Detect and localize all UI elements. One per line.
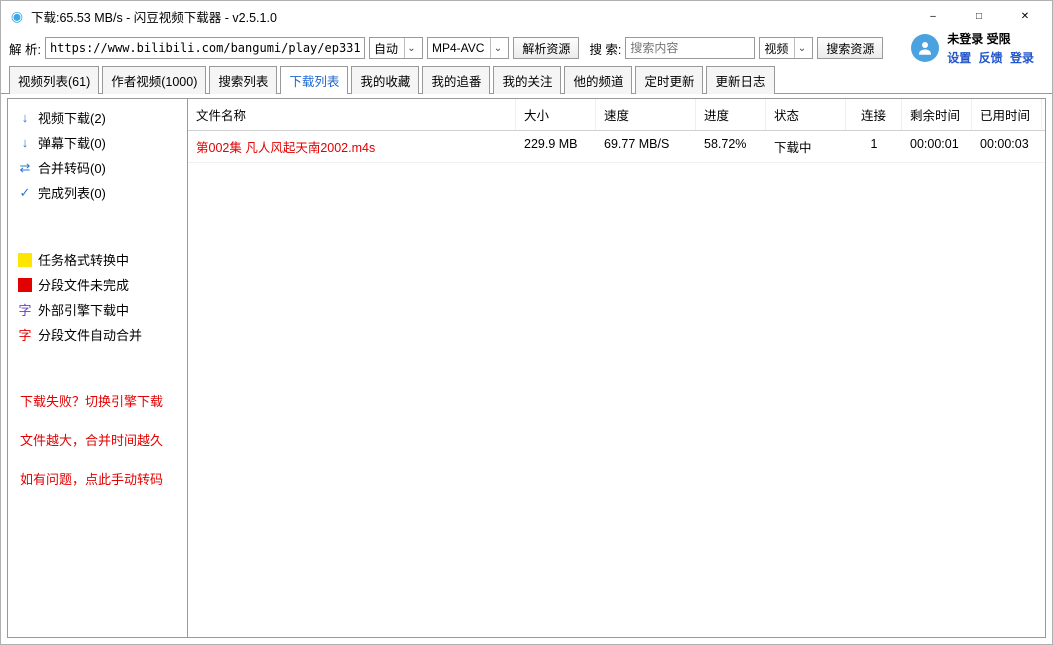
legend-item: 字分段文件自动合并: [12, 322, 183, 347]
legend-label: 外部引擎下载中: [38, 300, 129, 319]
user-area: 未登录 受限 设置 反馈 登录: [911, 30, 1044, 66]
tab[interactable]: 他的频道: [564, 66, 632, 94]
search-label: 搜 索:: [589, 39, 621, 58]
table-row[interactable]: 第002集 凡人风起天南2002.m4s229.9 MB69.77 MB/S58…: [188, 131, 1045, 163]
app-icon: ◉: [9, 8, 25, 24]
maximize-button[interactable]: □: [956, 1, 1002, 31]
legend-label: 分段文件自动合并: [38, 325, 142, 344]
sidebar-item[interactable]: ↓ 视频下载(2): [12, 105, 183, 130]
legend-item: 字外部引擎下载中: [12, 297, 183, 322]
tab[interactable]: 定时更新: [635, 66, 703, 94]
table-header: 文件名称 大小 速度 进度 状态 连接 剩余时间 已用时间: [188, 99, 1045, 131]
col-header-speed[interactable]: 速度: [596, 99, 696, 130]
legend-color-icon: [18, 253, 32, 267]
tip-link[interactable]: 下载失败？切换引擎下载: [12, 389, 183, 412]
sidebar-item-label: 视频下载(2): [38, 108, 106, 127]
parse-label: 解 析:: [9, 39, 41, 58]
legend-color-icon: [18, 278, 32, 292]
content-area: ↓ 视频下载(2) ↓ 弹幕下载(0) ⇄ 合并转码(0) ✓ 完成列表(0) 任务格式转换中…: [7, 98, 1046, 638]
mode-select[interactable]: 自动⌄: [369, 37, 423, 59]
format-select[interactable]: MP4-AVC⌄: [427, 37, 509, 59]
legend-label: 分段文件未完成: [38, 275, 129, 294]
avatar[interactable]: [911, 34, 939, 62]
arrow-icon: ↓: [18, 111, 32, 125]
sidebar-item[interactable]: ⇄ 合并转码(0): [12, 155, 183, 180]
legend-label: 任务格式转换中: [38, 250, 129, 269]
app-window: ◉ 下载:65.53 MB/s - 闪豆视频下载器 - v2.5.1.0 – □…: [0, 0, 1053, 645]
legend-char-icon: 字: [18, 303, 32, 317]
arrow-icon: ↓: [18, 136, 32, 150]
sidebar-item-label: 弹幕下载(0): [38, 133, 106, 152]
login-link[interactable]: 登录: [1010, 51, 1034, 65]
tip-link[interactable]: 文件越大，合并时间越久: [12, 428, 183, 451]
col-header-conn[interactable]: 连接: [846, 99, 902, 130]
minimize-button[interactable]: –: [910, 1, 956, 31]
tab[interactable]: 作者视频(1000): [102, 66, 206, 94]
col-header-remain[interactable]: 剩余时间: [902, 99, 972, 130]
col-header-progress[interactable]: 进度: [696, 99, 766, 130]
arrow-icon: ⇄: [18, 161, 32, 175]
cell-conn: 1: [846, 131, 902, 162]
chevron-down-icon: ⌄: [404, 38, 422, 58]
sidebar-item[interactable]: ↓ 弹幕下载(0): [12, 130, 183, 155]
cell-status: 下载中: [766, 131, 846, 162]
tab-bar: 视频列表(61)作者视频(1000)搜索列表下载列表我的收藏我的追番我的关注他的…: [1, 65, 1052, 94]
arrow-icon: ✓: [18, 186, 32, 200]
cell-speed: 69.77 MB/S: [596, 131, 696, 162]
legend-item: 任务格式转换中: [12, 247, 183, 272]
tab[interactable]: 我的追番: [422, 66, 490, 94]
main-toolbar: 解 析: 自动⌄ MP4-AVC⌄ 解析资源 搜 索: 视频⌄ 搜索资源 未登录…: [1, 31, 1052, 65]
login-status: 未登录 受限: [947, 30, 1010, 47]
search-input[interactable]: [625, 37, 755, 59]
col-header-size[interactable]: 大小: [516, 99, 596, 130]
tab[interactable]: 更新日志: [706, 66, 774, 94]
tab[interactable]: 我的关注: [493, 66, 561, 94]
chevron-down-icon: ⌄: [794, 38, 812, 58]
search-button[interactable]: 搜索资源: [817, 37, 883, 59]
legend-char-icon: 字: [18, 328, 32, 342]
parse-button[interactable]: 解析资源: [513, 37, 579, 59]
cell-name: 第002集 凡人风起天南2002.m4s: [188, 131, 516, 162]
legend-item: 分段文件未完成: [12, 272, 183, 297]
col-header-name[interactable]: 文件名称: [188, 99, 516, 130]
sidebar-item-label: 合并转码(0): [38, 158, 106, 177]
tab[interactable]: 我的收藏: [351, 66, 419, 94]
download-panel: 文件名称 大小 速度 进度 状态 连接 剩余时间 已用时间 第002集 凡人风起…: [188, 99, 1045, 637]
sidebar: ↓ 视频下载(2) ↓ 弹幕下载(0) ⇄ 合并转码(0) ✓ 完成列表(0) 任务格式转换中…: [8, 99, 188, 637]
col-header-status[interactable]: 状态: [766, 99, 846, 130]
cell-progress: 58.72%: [696, 131, 766, 162]
window-title: 下载:65.53 MB/s - 闪豆视频下载器 - v2.5.1.0: [31, 7, 277, 26]
search-type-select[interactable]: 视频⌄: [759, 37, 813, 59]
user-icon: [916, 39, 934, 57]
table-body: 第002集 凡人风起天南2002.m4s229.9 MB69.77 MB/S58…: [188, 131, 1045, 163]
url-input[interactable]: [45, 37, 365, 59]
cell-used: 00:00:03: [972, 131, 1042, 162]
tab[interactable]: 视频列表(61): [9, 66, 99, 94]
tab[interactable]: 搜索列表: [209, 66, 277, 94]
cell-size: 229.9 MB: [516, 131, 596, 162]
cell-remain: 00:00:01: [902, 131, 972, 162]
sidebar-item[interactable]: ✓ 完成列表(0): [12, 180, 183, 205]
tip-link[interactable]: 如有问题，点此手动转码: [12, 467, 183, 490]
tab[interactable]: 下载列表: [280, 66, 348, 94]
feedback-link[interactable]: 反馈: [979, 51, 1003, 65]
sidebar-item-label: 完成列表(0): [38, 183, 106, 202]
chevron-down-icon: ⌄: [490, 38, 508, 58]
settings-link[interactable]: 设置: [947, 51, 971, 65]
title-bar: ◉ 下载:65.53 MB/s - 闪豆视频下载器 - v2.5.1.0 – □…: [1, 1, 1052, 31]
col-header-used[interactable]: 已用时间: [972, 99, 1042, 130]
close-button[interactable]: ✕: [1002, 1, 1048, 31]
